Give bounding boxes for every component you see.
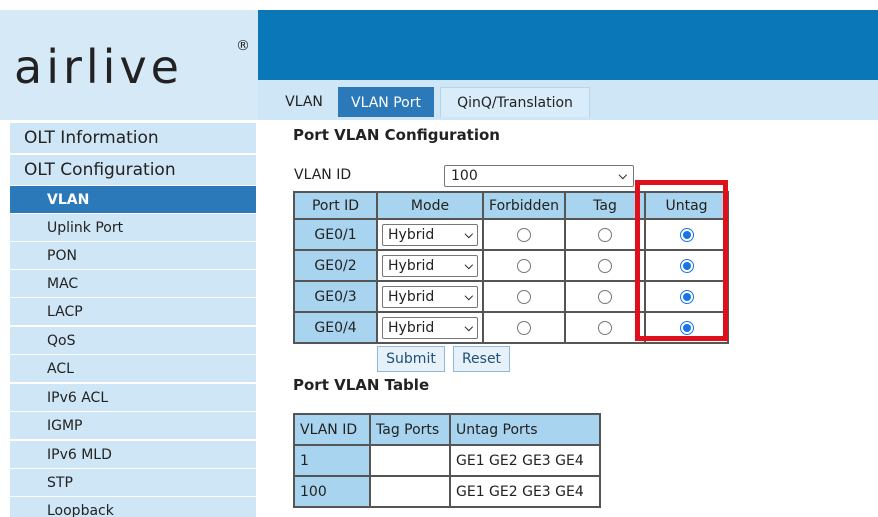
forbidden-radio[interactable]	[517, 320, 531, 335]
untag-cell	[644, 249, 729, 282]
mode-value: Hybrid	[388, 226, 435, 243]
sidebar-item-loopback[interactable]: Loopback	[10, 497, 256, 517]
tag-ports-cell	[369, 444, 451, 477]
vlan-id-label: VLAN ID	[294, 167, 352, 183]
untag-radio[interactable]	[679, 227, 694, 242]
header-tag: Tag	[564, 191, 646, 220]
port-id-cell: GE0/1	[293, 218, 378, 251]
port-id-cell: GE0/2	[293, 249, 378, 282]
header-untag: Untag	[644, 191, 729, 220]
mode-cell: Hybrid ⌵	[376, 280, 484, 313]
sidebar-item-pon[interactable]: PON	[10, 242, 256, 269]
chevron-down-icon: ⌵	[464, 320, 473, 334]
header-port-id: Port ID	[293, 191, 378, 220]
port-id-cell: GE0/4	[293, 311, 378, 344]
mode-cell: Hybrid ⌵	[376, 311, 484, 344]
submit-button[interactable]: Submit	[377, 346, 445, 372]
tag-radio[interactable]	[598, 258, 612, 273]
chevron-down-icon: ⌵	[464, 258, 473, 272]
header-vlan-id: VLAN ID	[293, 413, 371, 446]
sidebar-item-qos[interactable]: QoS	[10, 327, 256, 354]
sidebar-item-igmp[interactable]: IGMP	[10, 412, 256, 439]
forbidden-radio[interactable]	[517, 227, 531, 242]
untag-radio[interactable]	[679, 320, 694, 335]
tag-cell	[564, 218, 646, 251]
header-forbidden: Forbidden	[482, 191, 566, 220]
sidebar-item-acl[interactable]: ACL	[10, 355, 256, 382]
header-mode: Mode	[376, 191, 484, 220]
vlan-id-value: 100	[451, 168, 478, 184]
chevron-down-icon: ⌵	[618, 169, 627, 182]
table-row: GE0/2 Hybrid ⌵	[293, 249, 729, 282]
sidebar-item-uplink-port[interactable]: Uplink Port	[10, 214, 256, 241]
tab-vlan[interactable]: VLAN	[270, 87, 338, 117]
tag-cell	[564, 311, 646, 344]
port-id-cell: GE0/3	[293, 280, 378, 313]
header-tag-ports: Tag Ports	[369, 413, 451, 446]
registered-mark: ®	[236, 38, 250, 54]
tag-radio[interactable]	[598, 227, 612, 242]
mode-select[interactable]: Hybrid ⌵	[382, 223, 478, 246]
tag-cell	[564, 280, 646, 313]
table-row: GE0/4 Hybrid ⌵	[293, 311, 729, 344]
tab-vlan-port[interactable]: VLAN Port	[338, 87, 434, 117]
mode-value: Hybrid	[388, 319, 435, 336]
sidebar-item-vlan[interactable]: VLAN	[10, 186, 256, 213]
logo-area: airlive ®	[0, 10, 258, 120]
tag-cell	[564, 249, 646, 282]
sidebar-item-lacp[interactable]: LACP	[10, 298, 256, 325]
untag-ports-cell: GE1 GE2 GE3 GE4	[449, 475, 601, 508]
mode-cell: Hybrid ⌵	[376, 249, 484, 282]
header-untag-ports: Untag Ports	[449, 413, 601, 446]
forbidden-radio[interactable]	[517, 258, 531, 273]
untag-ports-cell: GE1 GE2 GE3 GE4	[449, 444, 601, 477]
table-header-row: Port ID Mode Forbidden Tag Untag	[293, 191, 729, 220]
sidebar-item-mac[interactable]: MAC	[10, 270, 256, 297]
header-bar	[258, 10, 878, 80]
airlive-logo: airlive	[14, 40, 183, 94]
port-vlan-table-title: Port VLAN Table	[293, 376, 430, 394]
chevron-down-icon: ⌵	[464, 289, 473, 303]
vlan-id-cell: 1	[293, 444, 371, 477]
mode-select[interactable]: Hybrid ⌵	[382, 254, 478, 277]
tag-radio[interactable]	[598, 320, 612, 335]
forbidden-cell	[482, 311, 566, 344]
sidebar-item-ipv6-mld[interactable]: IPv6 MLD	[10, 441, 256, 468]
port-vlan-table: VLAN ID Tag Ports Untag Ports 1 GE1 GE2 …	[293, 413, 601, 508]
chevron-down-icon: ⌵	[464, 227, 473, 241]
mode-select[interactable]: Hybrid ⌵	[382, 316, 478, 339]
sidebar-item-stp[interactable]: STP	[10, 469, 256, 496]
mode-cell: Hybrid ⌵	[376, 218, 484, 251]
vlan-id-cell: 100	[293, 475, 371, 508]
sidebar-item-ipv6-acl[interactable]: IPv6 ACL	[10, 384, 256, 411]
untag-radio[interactable]	[679, 258, 694, 273]
untag-radio[interactable]	[679, 289, 694, 304]
table-row: 1 GE1 GE2 GE3 GE4	[293, 444, 601, 477]
sidebar-item-olt-configuration[interactable]: OLT Configuration	[10, 155, 256, 185]
table-header-row: VLAN ID Tag Ports Untag Ports	[293, 413, 601, 446]
port-vlan-configuration-title: Port VLAN Configuration	[293, 126, 500, 144]
tab-qinq-translation[interactable]: QinQ/Translation	[440, 87, 590, 117]
mode-value: Hybrid	[388, 288, 435, 305]
untag-cell	[644, 311, 729, 344]
tag-radio[interactable]	[598, 289, 612, 304]
table-row: 100 GE1 GE2 GE3 GE4	[293, 475, 601, 508]
untag-cell	[644, 280, 729, 313]
forbidden-cell	[482, 280, 566, 313]
forbidden-cell	[482, 218, 566, 251]
port-vlan-config-table: Port ID Mode Forbidden Tag Untag GE0/1 H…	[293, 191, 729, 344]
sidebar-item-olt-information[interactable]: OLT Information	[10, 123, 256, 153]
untag-cell	[644, 218, 729, 251]
mode-select[interactable]: Hybrid ⌵	[382, 285, 478, 308]
vlan-id-select[interactable]: 100 ⌵	[444, 165, 634, 187]
forbidden-radio[interactable]	[517, 289, 531, 304]
table-row: GE0/3 Hybrid ⌵	[293, 280, 729, 313]
reset-button[interactable]: Reset	[453, 346, 510, 372]
table-row: GE0/1 Hybrid ⌵	[293, 218, 729, 251]
tag-ports-cell	[369, 475, 451, 508]
mode-value: Hybrid	[388, 257, 435, 274]
forbidden-cell	[482, 249, 566, 282]
